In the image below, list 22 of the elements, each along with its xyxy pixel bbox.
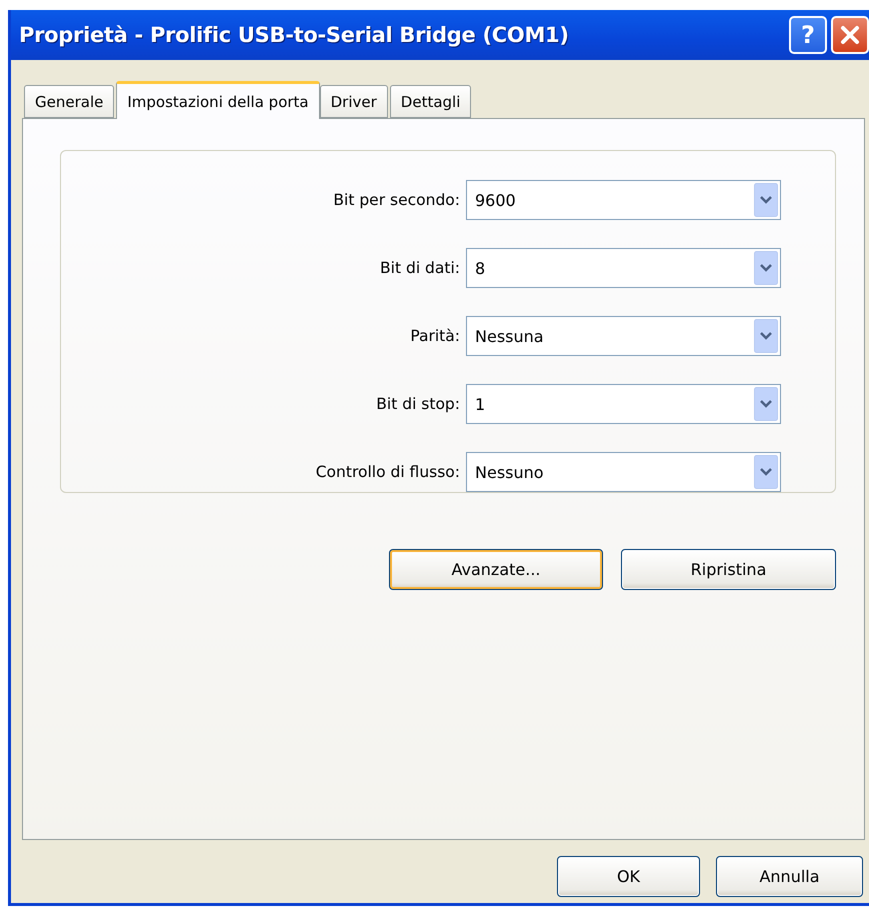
dropdown-field[interactable]: 8 [466,248,781,288]
dialog-button[interactable]: Annulla [716,856,863,897]
field-label: Parità: [410,327,460,345]
dropdown-field[interactable]: Nessuna [466,316,781,356]
window-title: Proprietà - Prolific USB-to-Serial Bridge (COM1) [19,23,569,47]
tab[interactable]: Driver [320,85,388,118]
tab[interactable]: Generale [24,85,114,118]
close-icon [839,24,861,46]
dropdown-field[interactable]: 9600 [466,180,781,220]
dropdown-field[interactable]: 1 [466,384,781,424]
tab[interactable]: Dettagli [390,85,472,118]
field-label: Bit per secondo: [333,191,460,209]
field-label: Controllo di flusso: [316,463,460,481]
close-button[interactable] [831,16,869,54]
dropdown-field[interactable]: Nessuno [466,452,781,492]
field-label: Bit di dati: [380,259,460,277]
dialog-button[interactable]: OK [557,856,700,897]
tab[interactable]: Impostazioni della porta [116,81,320,119]
dialog-button[interactable]: Avanzate... [389,549,603,590]
field-label: Bit di stop: [376,395,460,413]
dialog-button[interactable]: Ripristina [621,549,836,590]
help-button[interactable]: ? [789,16,827,54]
